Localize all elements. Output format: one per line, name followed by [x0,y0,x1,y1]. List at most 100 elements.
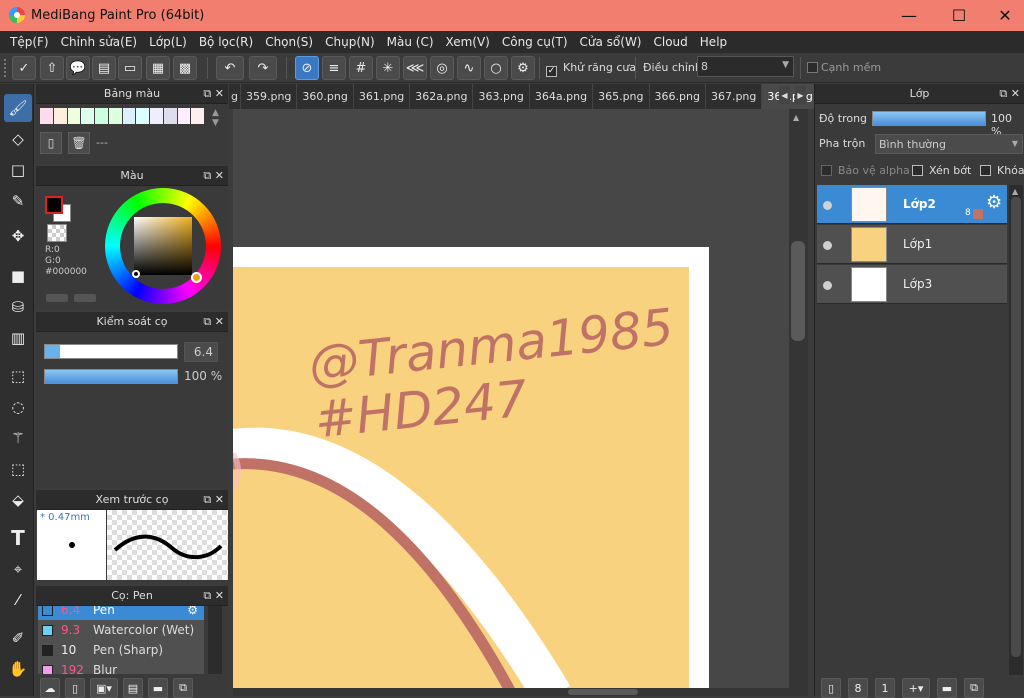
select-pen-tool[interactable]: ⬚ [4,455,32,483]
brush-item[interactable]: 9.3 Watercolor (Wet) [38,620,204,640]
menu-file[interactable]: Tệp(F) [4,35,55,49]
swatch[interactable] [67,108,81,124]
clipping-checkbox[interactable]: Xén bớt [912,164,971,177]
comment-button[interactable]: ▤ [92,56,116,80]
brush-opacity-slider[interactable] [44,369,178,384]
float-close-icon[interactable]: ⧉ ✕ [203,589,224,603]
snap-radial-button[interactable]: ✳ [376,56,400,80]
new-palette-button[interactable]: ▯ [40,132,62,154]
float-close-icon[interactable]: ⧉ ✕ [203,315,224,329]
tab-362a[interactable]: 362a.png [410,84,474,109]
swatch[interactable] [163,108,177,124]
brush-size-slider[interactable] [44,344,178,359]
pen-tool[interactable]: ✎ [4,187,32,215]
tab-360[interactable]: 360.png [297,84,354,109]
brush-size-value[interactable]: 6.4 [184,342,218,362]
palette-scroll-icon[interactable]: ▲ ▼ [212,108,219,128]
maximize-button[interactable]: ☐ [936,0,982,31]
layer-row-lop1[interactable]: Lớp1 [817,225,1007,264]
lock-checkbox[interactable]: Khóa [980,164,1024,177]
tab-scroll-left[interactable]: ◀ [779,86,790,104]
snap-parallel-button[interactable]: ≡ [322,56,346,80]
snap-circle-button[interactable]: ○ [484,56,508,80]
add-brush-dropdown[interactable]: ▣▾ [90,678,118,698]
tab-365[interactable]: 365.png [593,84,650,109]
new-brush-button[interactable]: ▯ [65,678,85,698]
panel-button[interactable]: ▦ [146,56,170,80]
brush-item[interactable]: 6.4 Pen ⚙ [38,606,204,620]
soft-edge-checkbox[interactable] [807,62,818,76]
operation-tool[interactable]: ⌖ [4,555,32,583]
eraser-tool[interactable]: ◇ [4,125,32,153]
tab-367[interactable]: 367.png [706,84,763,109]
layer-row-lop3[interactable]: Lớp3 [817,265,1007,304]
brush-item[interactable]: 10 Pen (Sharp) [38,640,204,660]
menu-select[interactable]: Chọn(S) [259,35,319,49]
tab-361[interactable]: 361.png [354,84,411,109]
move-tool[interactable]: ✥ [4,222,32,250]
gradient-tool[interactable]: ▥ [4,324,32,352]
new-1bit-layer-button[interactable]: 1 [875,678,895,698]
brush-settings-button[interactable]: ▤ [123,678,143,698]
layer-opacity-slider[interactable] [872,111,986,126]
tab-partial[interactable]: g [229,84,241,109]
foreground-color-swatch[interactable] [45,196,63,214]
swatch[interactable] [150,108,163,124]
eyedropper-mini-button[interactable] [74,294,96,302]
speech-bubble-button[interactable]: 💬 [66,56,90,80]
cloud-check-button[interactable]: ✓ [12,56,36,80]
color-mode-button[interactable] [46,294,68,302]
menu-cloud[interactable]: Cloud [648,35,694,49]
select-eraser-tool[interactable]: ⬙ [4,486,32,514]
hue-wheel[interactable] [105,188,221,304]
cloud-brush-button[interactable]: ☁ [40,678,60,698]
minimize-button[interactable]: — [886,0,932,31]
menu-color[interactable]: Màu (C) [381,35,440,49]
page-button[interactable]: ▭ [118,56,142,80]
menu-edit[interactable]: Chỉnh sửa(E) [55,35,144,49]
dot-tool[interactable]: □ [4,156,32,184]
canvas-vertical-scrollbar[interactable]: ▲ [789,109,808,696]
menu-view[interactable]: Xem(V) [440,35,496,49]
layers-scrollbar[interactable]: ▲ [1009,185,1023,675]
eye-icon[interactable] [823,281,832,290]
snap-off-button[interactable]: ⊘ [295,56,319,80]
brush-duplicate-button[interactable]: ⧉ [173,678,193,698]
scroll-up-icon[interactable]: ▲ [793,113,799,122]
divide-tool[interactable]: ⁄ [4,586,32,614]
text-tool[interactable]: T [4,524,32,552]
redo-button[interactable]: ↷ [249,56,277,80]
transparent-color-swatch[interactable] [47,224,67,242]
share-button[interactable]: ⇧ [40,56,64,80]
layer-row-lop2[interactable]: Lớp2 8 ⚙ [817,185,1007,224]
menu-help[interactable]: Help [694,35,733,49]
magic-wand-tool[interactable]: ⚚ [4,424,32,452]
snap-vanishing-button[interactable]: ⋘ [403,56,427,80]
swatch[interactable] [191,108,204,124]
undo-button[interactable]: ↶ [216,56,244,80]
antialias-checkbox[interactable]: ✓ [546,62,557,77]
new-layer-button[interactable]: ▯ [821,678,841,698]
brush-item[interactable]: 192 Blur [38,660,204,674]
duplicate-layer-button[interactable]: ⧉ [964,678,984,698]
hue-handle[interactable] [191,272,202,283]
float-close-icon[interactable]: ⧉ ✕ [203,169,224,183]
bucket-tool[interactable]: ⛁ [4,293,32,321]
eye-icon[interactable] [823,201,832,210]
eyedropper-tool[interactable]: ✐ [4,624,32,652]
delete-palette-button[interactable]: 🗑 [68,132,90,154]
snap-curve-button[interactable]: ∿ [457,56,481,80]
swatch[interactable] [95,108,108,124]
menu-filter[interactable]: Bộ lọc(R) [193,35,259,49]
tab-359[interactable]: 359.png [241,84,298,109]
menu-snap[interactable]: Chụp(N) [319,35,381,49]
menu-layer[interactable]: Lớp(L) [143,35,193,49]
drawing-canvas[interactable]: @Tranma1985 #HD247 [233,109,789,696]
brush-tool[interactable]: 🖌 [4,94,32,122]
new-8bit-layer-button[interactable]: 8 [848,678,868,698]
vscroll-thumb[interactable] [791,241,805,341]
hscroll-thumb[interactable] [568,689,638,695]
swatch[interactable] [136,108,149,124]
tab-368[interactable]: 368.png [762,84,819,109]
scroll-up-icon[interactable]: ▲ [1012,187,1018,196]
